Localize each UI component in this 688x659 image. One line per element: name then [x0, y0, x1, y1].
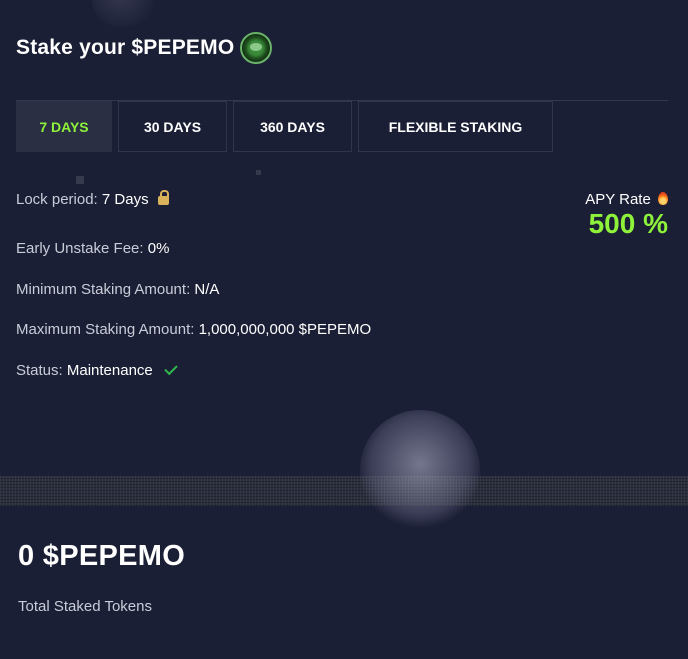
status-row: Status: Maintenance	[16, 361, 178, 379]
lock-period-label: Lock period:	[16, 191, 98, 208]
maximum-staking-row: Maximum Staking Amount: 1,000,000,000 $P…	[16, 321, 371, 338]
page-title-text: Stake your $PEPEMO	[16, 36, 235, 59]
maximum-staking-value: 1,000,000,000 $PEPEMO	[198, 321, 372, 338]
minimum-staking-row: Minimum Staking Amount: N/A	[16, 281, 219, 298]
total-staked-label: Total Staked Tokens	[18, 598, 152, 615]
early-unstake-fee-value: 0%	[147, 240, 170, 257]
apy-rate-block: APY Rate 500 %	[585, 191, 668, 238]
background-noise-band	[0, 476, 688, 506]
minimum-staking-label: Minimum Staking Amount:	[16, 281, 191, 298]
tab-360-days[interactable]: 360 DAYS	[233, 101, 352, 152]
early-unstake-fee-label: Early Unstake Fee:	[16, 240, 144, 257]
status-value: Maintenance	[66, 362, 153, 379]
lock-icon	[157, 190, 169, 205]
apy-rate-label: APY Rate	[585, 191, 651, 208]
lock-period-row: Lock period: 7 Days	[16, 190, 169, 208]
total-staked-amount: 0 $PEPEMO	[18, 540, 186, 572]
tab-30-days[interactable]: 30 DAYS	[118, 101, 227, 152]
status-label: Status:	[16, 362, 63, 379]
apy-rate-label-row: APY Rate	[585, 191, 668, 208]
tab-7-days[interactable]: 7 DAYS	[16, 101, 112, 152]
minimum-staking-value: N/A	[194, 281, 220, 298]
pepemo-logo-icon	[240, 32, 273, 64]
check-icon	[164, 361, 178, 376]
lock-period-value: 7 Days	[101, 191, 149, 208]
tab-flexible-staking[interactable]: FLEXIBLE STAKING	[358, 101, 553, 152]
apy-rate-value: 500 %	[588, 208, 668, 239]
decorative-dot	[76, 176, 84, 184]
decorative-dot	[256, 170, 261, 175]
maximum-staking-label: Maximum Staking Amount:	[16, 321, 195, 338]
background-top	[0, 0, 688, 476]
background-bottom	[0, 506, 688, 659]
staking-period-tabs: 7 DAYS 30 DAYS 360 DAYS FLEXIBLE STAKING	[16, 101, 553, 152]
page-title: Stake your $PEPEMO	[16, 32, 273, 64]
fire-icon	[658, 192, 668, 205]
early-unstake-fee-row: Early Unstake Fee: 0%	[16, 240, 169, 257]
decorative-coin	[360, 410, 480, 530]
